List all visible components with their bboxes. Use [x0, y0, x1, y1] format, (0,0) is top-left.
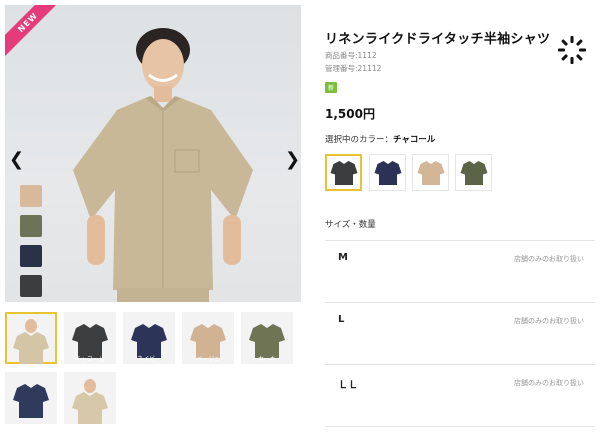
photo-color-chip-khaki[interactable]: [20, 215, 42, 237]
product-number: 商品番号:1112: [325, 51, 377, 60]
selected-color-name: チャコール: [393, 135, 436, 145]
gallery-prev-button[interactable]: ❮: [9, 149, 25, 170]
color-swatch-charcoal[interactable]: [325, 154, 362, 191]
thumbnail-shirt-shape: [131, 324, 167, 358]
size-ll: ＬＬ: [338, 380, 358, 391]
shirt-icon: [330, 160, 357, 185]
gallery-next-button[interactable]: ❯: [285, 149, 301, 170]
swatch-shirt-shape: [417, 160, 444, 185]
chevron-right-icon: ❯: [285, 149, 301, 170]
thumbnail-shirt-shape: [190, 324, 226, 358]
photo-color-chip-navy[interactable]: [20, 245, 42, 267]
model-photo: [73, 28, 253, 302]
shirt-icon: [417, 160, 444, 185]
new-badge: NEW: [5, 5, 66, 60]
size-m-availability: 店舗のみのお取り扱い: [514, 255, 584, 263]
size-l: L: [338, 314, 345, 325]
management-number: 管理番号:21112: [325, 64, 382, 73]
photo-color-chip-charcoal[interactable]: [20, 275, 42, 297]
swatch-shirt-shape: [330, 160, 357, 185]
thumbnail-khaki[interactable]: カーキ: [241, 312, 293, 364]
shirt-icon: [374, 160, 401, 185]
thumbnail-label: チャコール: [75, 356, 105, 363]
thumbnail-navy[interactable]: ネイビー: [123, 312, 175, 364]
thumbnail-model-image: [72, 379, 108, 424]
product-title: リネンライクドライタッチ半袖シャツ: [325, 32, 551, 47]
thumbnail-model-2[interactable]: [64, 372, 116, 424]
thumbnail-model-image: [13, 319, 49, 364]
shirt-icon: [460, 160, 487, 185]
thumbnail-shirt-shape: [72, 324, 108, 358]
swatch-shirt-shape: [460, 160, 487, 185]
thumbnail-label: ベージュ: [196, 356, 220, 363]
size-section-title: サイズ・数量: [325, 220, 376, 230]
thumbnail-label: ネイビー: [136, 356, 161, 363]
chevron-left-icon: ❮: [9, 149, 25, 170]
thumbnail-shirt-shape: [249, 324, 285, 358]
thumbnail-beige[interactable]: ベージュ: [182, 312, 234, 364]
color-swatch-beige[interactable]: [412, 154, 449, 191]
color-swatch-navy[interactable]: [369, 154, 406, 191]
swatch-shirt-shape: [374, 160, 401, 185]
size-l-availability: 店舗のみのお取り扱い: [514, 317, 584, 325]
photo-color-chip-beige[interactable]: [20, 185, 42, 207]
divider: [325, 302, 595, 303]
thumbnail-charcoal[interactable]: チャコール: [64, 312, 116, 364]
thumbnail-model[interactable]: [5, 312, 57, 364]
divider: [325, 364, 595, 365]
thumbnail-label: カーキ: [257, 356, 276, 363]
selected-color-label: 選択中のカラー：: [325, 135, 394, 145]
thumbnail-shirt-shape: [13, 384, 49, 418]
main-product-image: NEW ❮ ❯: [5, 5, 301, 302]
thumbnail-shirt-image: [13, 384, 49, 418]
size-ll-availability: 店舗のみのお取り扱い: [514, 379, 584, 387]
new-tag: 新: [325, 82, 338, 93]
product-price: 1,500円: [325, 107, 375, 121]
size-m: M: [338, 252, 348, 263]
divider: [325, 426, 595, 427]
loading-spinner-icon: [558, 36, 586, 64]
thumbnail-shirt-shape: [13, 332, 49, 364]
thumbnail-navy-back[interactable]: [5, 372, 57, 424]
thumbnail-shirt-shape: [72, 392, 108, 424]
selected-color-line: 選択中のカラー：チャコール: [325, 133, 435, 145]
color-swatch-khaki[interactable]: [455, 154, 492, 191]
divider: [325, 240, 595, 241]
